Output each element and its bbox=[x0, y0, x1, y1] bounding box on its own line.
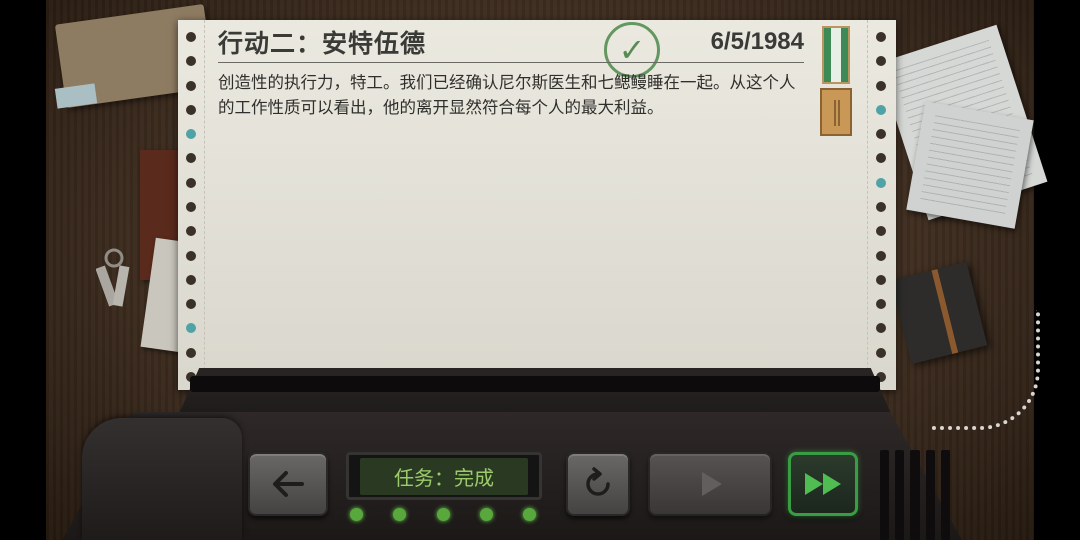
status-leds bbox=[350, 508, 536, 521]
status-display: 任务：完成 bbox=[346, 452, 542, 500]
medal-ribbon-icon bbox=[820, 26, 852, 138]
back-button[interactable] bbox=[248, 452, 328, 516]
mission-status-label: 任务：完成 bbox=[360, 457, 528, 495]
status-led bbox=[436, 508, 450, 521]
tractor-holes-right bbox=[872, 24, 890, 390]
play-icon bbox=[702, 472, 722, 496]
printer-slot bbox=[190, 376, 880, 392]
report-date: 6/5/1984 bbox=[710, 28, 804, 55]
status-led bbox=[350, 508, 363, 521]
fast-forward-button[interactable] bbox=[788, 452, 858, 516]
title-divider bbox=[218, 62, 804, 63]
phone-handset-prop bbox=[82, 418, 242, 540]
letterbox-right bbox=[1034, 0, 1080, 540]
tractor-holes-left bbox=[182, 24, 200, 390]
play-button[interactable] bbox=[648, 452, 772, 516]
status-led bbox=[479, 508, 493, 521]
arrow-left-icon bbox=[273, 471, 304, 497]
speaker-grille bbox=[880, 450, 951, 540]
letterbox-left bbox=[0, 0, 46, 540]
status-led bbox=[523, 508, 536, 521]
documents-prop-2 bbox=[906, 101, 1034, 229]
report-title: 行动二：安特伍德 bbox=[218, 29, 427, 58]
replay-button[interactable] bbox=[566, 452, 630, 516]
report-body: 创造性的执行力，特工。我们已经确认尼尔斯医生和七鳃鳗睡在一起。从这个人的工作性质… bbox=[218, 73, 796, 117]
replay-icon bbox=[586, 467, 610, 496]
mission-report-paper: 行动二：安特伍德 ✓ 6/5/1984 创造性的执行力，特工。我们已经确认尼尔斯… bbox=[178, 20, 896, 390]
keys-icon bbox=[96, 248, 130, 307]
game-screen: 行动二：安特伍德 ✓ 6/5/1984 创造性的执行力，特工。我们已经确认尼尔斯… bbox=[0, 0, 1080, 540]
status-led bbox=[393, 508, 407, 521]
fast-forward-icon bbox=[805, 473, 841, 495]
